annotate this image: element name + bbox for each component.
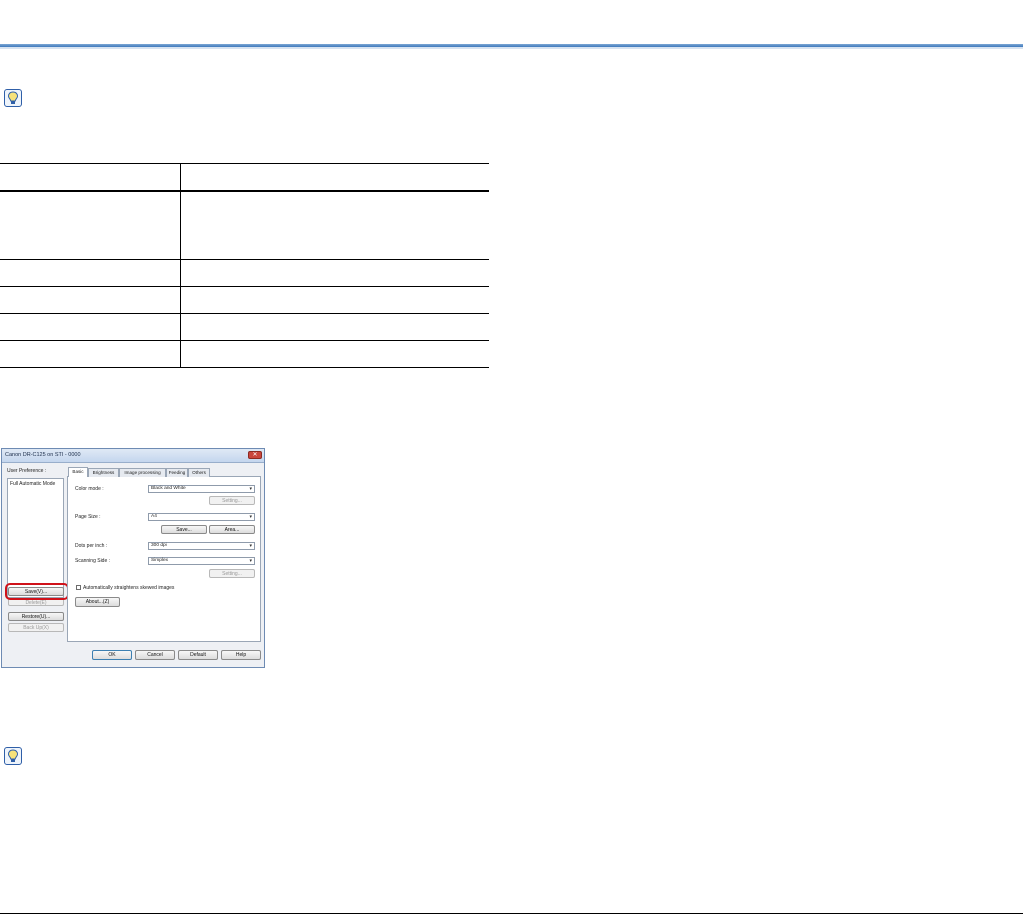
footer-rule bbox=[0, 913, 1023, 914]
table-row bbox=[0, 313, 489, 341]
tab-basic[interactable]: Basic bbox=[68, 467, 88, 477]
close-icon[interactable]: ✕ bbox=[248, 451, 262, 459]
page-size-select[interactable]: A4 ▾ bbox=[148, 513, 255, 521]
table-row bbox=[0, 340, 489, 368]
tab-brightness[interactable]: Brightness bbox=[88, 468, 119, 477]
info-table bbox=[0, 163, 489, 368]
area-button[interactable]: Area... bbox=[209, 525, 255, 534]
color-mode-select[interactable]: Black and White ▾ bbox=[148, 485, 255, 493]
dialog-title-bar: Canon DR-C125 on STI - 0000 ✕ bbox=[2, 449, 264, 463]
scanning-side-select[interactable]: Simplex ▾ bbox=[148, 557, 255, 565]
dialog-title: Canon DR-C125 on STI - 0000 bbox=[5, 452, 81, 458]
user-preference-list[interactable]: Full Automatic Mode bbox=[7, 478, 64, 598]
page-size-label: Page Size : bbox=[75, 514, 101, 520]
chevron-down-icon: ▾ bbox=[249, 543, 252, 549]
help-button[interactable]: Help bbox=[221, 650, 261, 660]
straighten-checkbox[interactable] bbox=[76, 585, 81, 590]
page-size-value: A4 bbox=[151, 514, 157, 519]
header-rule-shadow bbox=[0, 47, 1023, 49]
chevron-down-icon: ▾ bbox=[249, 514, 252, 520]
color-mode-label: Color mode : bbox=[75, 486, 104, 492]
dpi-value: 300 dpi bbox=[151, 543, 167, 548]
side-setting-button[interactable]: Setting... bbox=[209, 569, 255, 578]
tab-others[interactable]: Others bbox=[188, 468, 210, 477]
user-preference-label: User Preference : bbox=[7, 468, 47, 474]
ok-button[interactable]: OK bbox=[92, 650, 132, 660]
lightbulb-hint-icon bbox=[4, 89, 22, 107]
cancel-button[interactable]: Cancel bbox=[135, 650, 175, 660]
scanning-side-label: Scanning Side : bbox=[75, 558, 111, 564]
dpi-select[interactable]: 300 dpi ▾ bbox=[148, 542, 255, 550]
tab-image-processing[interactable]: Image processing bbox=[119, 468, 166, 477]
scanning-side-value: Simplex bbox=[151, 558, 169, 563]
default-button[interactable]: Default bbox=[178, 650, 218, 660]
straighten-label: Automatically straightens skewed images bbox=[83, 585, 175, 591]
restore-button[interactable]: Restore(U)... bbox=[8, 612, 64, 621]
table-row bbox=[0, 259, 489, 287]
chevron-down-icon: ▾ bbox=[249, 558, 252, 564]
color-setting-button[interactable]: Setting... bbox=[209, 496, 255, 505]
save-page-size-button[interactable]: Save... bbox=[161, 525, 207, 534]
table-row bbox=[0, 191, 489, 260]
table-row bbox=[0, 286, 489, 314]
save-button-highlight bbox=[5, 583, 69, 600]
chevron-down-icon: ▾ bbox=[249, 486, 252, 492]
table-header-row bbox=[0, 163, 489, 192]
dpi-label: Dots per inch : bbox=[75, 543, 108, 549]
tab-feeding[interactable]: Feeding bbox=[166, 468, 188, 477]
list-item[interactable]: Full Automatic Mode bbox=[10, 481, 55, 487]
scanner-settings-dialog: Canon DR-C125 on STI - 0000 ✕ User Prefe… bbox=[1, 448, 265, 668]
backup-button[interactable]: Back Up(X) bbox=[8, 623, 64, 632]
lightbulb-hint-icon bbox=[4, 747, 22, 765]
color-mode-value: Black and White bbox=[151, 486, 186, 491]
about-button[interactable]: About...(Z) bbox=[75, 597, 120, 607]
